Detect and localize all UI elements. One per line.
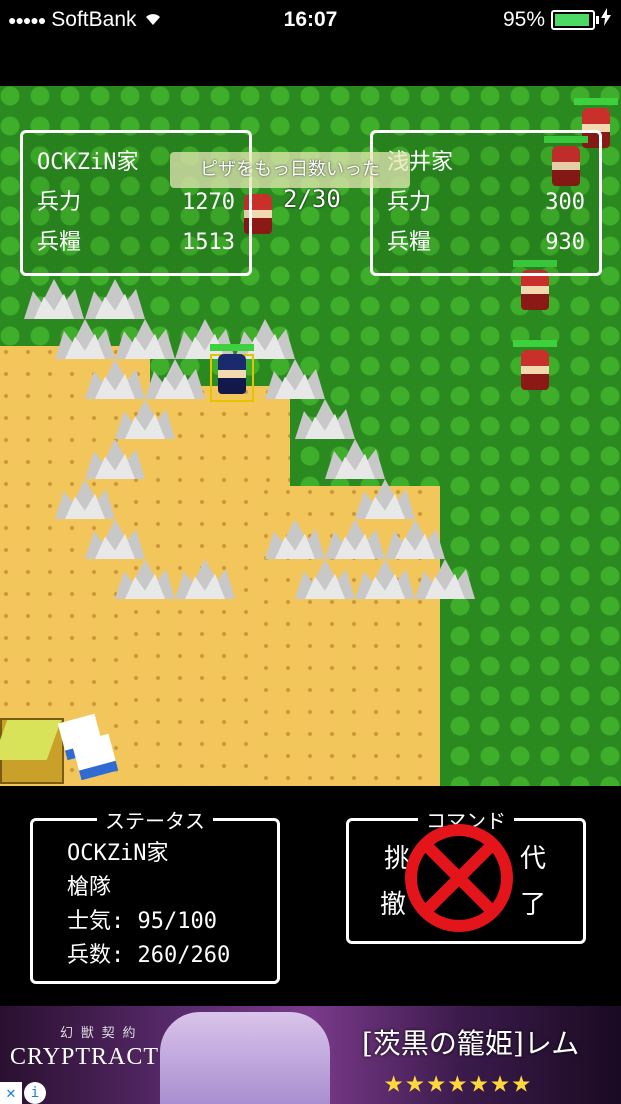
- mountain-tile: [115, 551, 175, 599]
- status-unit-type: 槍隊: [67, 875, 112, 900]
- food-label: 兵糧: [387, 230, 432, 255]
- status-morale: 士気: 95/100: [67, 909, 217, 934]
- ad-rating-stars: ★★★★★★★: [384, 1062, 533, 1100]
- troops-value: 1270: [182, 190, 235, 215]
- unit-hp-bar: [513, 340, 557, 347]
- samurai-icon: [521, 350, 549, 390]
- command-hold-button[interactable]: 代: [520, 838, 546, 875]
- mountain-tile: [295, 551, 355, 599]
- enemy-unit[interactable]: [513, 260, 557, 318]
- ad-close-icon[interactable]: ✕: [0, 1082, 22, 1104]
- ad-info-icon[interactable]: i: [24, 1082, 46, 1104]
- enemy-food-row: 兵糧 930: [387, 223, 585, 263]
- samurai-icon: [218, 354, 246, 394]
- turn-counter: 2/30: [283, 185, 341, 213]
- battery-percent: 95%: [502, 8, 545, 31]
- unit-hp-bar: [210, 344, 254, 351]
- food-value: 1513: [182, 230, 235, 255]
- player-unit[interactable]: [210, 344, 254, 402]
- food-value: 930: [545, 230, 585, 255]
- enemy-troops-row: 兵力 300: [387, 183, 585, 223]
- status-box-title: ステータス: [97, 805, 213, 834]
- battery-icon: [551, 10, 599, 30]
- food-label: 兵糧: [37, 230, 82, 255]
- prohibited-icon: [403, 822, 515, 934]
- ad-title: [茨黒の籠姫]レム: [362, 1027, 580, 1060]
- player-troops-row: 兵力 1270: [37, 183, 235, 223]
- samurai-icon: [521, 270, 549, 310]
- troops-value: 300: [545, 190, 585, 215]
- ad-character-art: [160, 1012, 330, 1104]
- ad-banner[interactable]: 幻 獣 契 約 CRYPTRACT [茨黒の籠姫]レム ★★★★★★★ ✕ i: [0, 1006, 621, 1104]
- enemy-unit[interactable]: [513, 340, 557, 398]
- player-food-row: 兵糧 1513: [37, 223, 235, 263]
- enemy-clan-name: 浅井家: [387, 150, 454, 175]
- mountain-tile: [415, 551, 475, 599]
- ad-brand: CRYPTRACT: [10, 1044, 160, 1070]
- troops-label: 兵力: [37, 190, 82, 215]
- ios-status-bar: ●●●●● SoftBank 16:07 95%: [0, 0, 621, 42]
- mountain-tile: [355, 551, 415, 599]
- status-soldiers: 兵数: 260/260: [67, 943, 231, 968]
- troops-label: 兵力: [387, 190, 432, 215]
- charging-icon: [601, 8, 611, 32]
- notification-banner: ピザをもっ日数いった: [170, 152, 410, 188]
- unit-hp-bar: [574, 98, 618, 105]
- status-clan: OCKZiN家: [67, 841, 169, 866]
- battery-group: 95%: [503, 8, 611, 32]
- ad-subtitle: 幻 獣 契 約: [60, 1026, 136, 1041]
- status-box: ステータス OCKZiN家 槍隊 士気: 95/100 兵数: 260/260: [30, 805, 280, 984]
- command-end-button[interactable]: 了: [520, 884, 546, 921]
- mountain-tile: [175, 551, 235, 599]
